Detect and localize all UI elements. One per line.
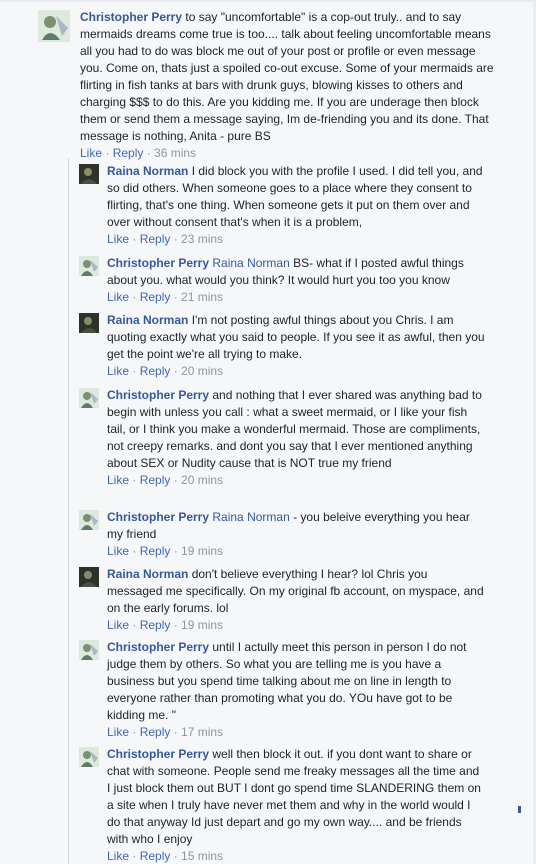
- avatar-christopher-perry[interactable]: [79, 747, 99, 767]
- comment-timestamp[interactable]: 23 mins: [181, 232, 223, 246]
- comment-author[interactable]: Christopher Perry: [107, 510, 209, 524]
- comment-timestamp[interactable]: 36 mins: [154, 146, 196, 160]
- reply-link[interactable]: Reply: [140, 364, 171, 378]
- comment-text: well then block it out. if you dont want…: [107, 747, 481, 846]
- reply-link[interactable]: Reply: [140, 290, 171, 304]
- avatar-raina-norman[interactable]: [79, 567, 99, 587]
- avatar-raina-norman[interactable]: [79, 313, 99, 333]
- comment-timestamp[interactable]: 17 mins: [181, 725, 223, 739]
- comment-timestamp[interactable]: 15 mins: [181, 849, 223, 863]
- avatar-christopher-perry[interactable]: [79, 388, 99, 408]
- reply-link[interactable]: Reply: [140, 544, 171, 558]
- avatar-raina-norman[interactable]: [79, 164, 99, 184]
- comment-author[interactable]: Christopher Perry: [107, 256, 209, 270]
- avatar-christopher-perry[interactable]: [79, 510, 99, 530]
- comment-timestamp[interactable]: 20 mins: [181, 364, 223, 378]
- comment-author[interactable]: Raina Norman: [107, 313, 188, 327]
- reply-link[interactable]: Reply: [140, 232, 171, 246]
- like-link[interactable]: Like: [107, 290, 129, 304]
- like-link[interactable]: Like: [107, 849, 129, 863]
- avatar-christopher-perry[interactable]: [38, 10, 70, 42]
- reply-link[interactable]: Reply: [140, 849, 171, 863]
- like-link[interactable]: Like: [107, 544, 129, 558]
- comment-timestamp[interactable]: 19 mins: [181, 618, 223, 632]
- mention-link[interactable]: Raina Norman: [212, 510, 289, 524]
- reply-link[interactable]: Reply: [140, 725, 171, 739]
- comment-author[interactable]: Christopher Perry: [107, 388, 209, 402]
- comment-timestamp[interactable]: 19 mins: [181, 544, 223, 558]
- comment-timestamp[interactable]: 20 mins: [181, 473, 223, 487]
- comment-author[interactable]: Christopher Perry: [107, 747, 209, 761]
- comment-thread: Christopher Perry to say "uncomfortable"…: [0, 0, 536, 864]
- comment-text: to say "uncomfortable" is a cop-out trul…: [80, 10, 494, 143]
- reply-link[interactable]: Reply: [140, 618, 171, 632]
- comment-author[interactable]: Raina Norman: [107, 164, 188, 178]
- like-link[interactable]: Like: [107, 364, 129, 378]
- like-link[interactable]: Like: [107, 618, 129, 632]
- like-link[interactable]: Like: [107, 232, 129, 246]
- like-link[interactable]: Like: [107, 725, 129, 739]
- like-link[interactable]: Like: [107, 473, 129, 487]
- comment-timestamp[interactable]: 21 mins: [181, 290, 223, 304]
- comment-author[interactable]: Christopher Perry: [80, 10, 182, 24]
- reply-link[interactable]: Reply: [140, 473, 171, 487]
- mention-link[interactable]: Raina Norman: [212, 256, 289, 270]
- avatar-christopher-perry[interactable]: [79, 640, 99, 660]
- reply-link[interactable]: Reply: [113, 146, 144, 160]
- like-link[interactable]: Like: [80, 146, 102, 160]
- comment-author[interactable]: Raina Norman: [107, 567, 188, 581]
- avatar-christopher-perry[interactable]: [79, 256, 99, 276]
- comment-author[interactable]: Christopher Perry: [107, 640, 209, 654]
